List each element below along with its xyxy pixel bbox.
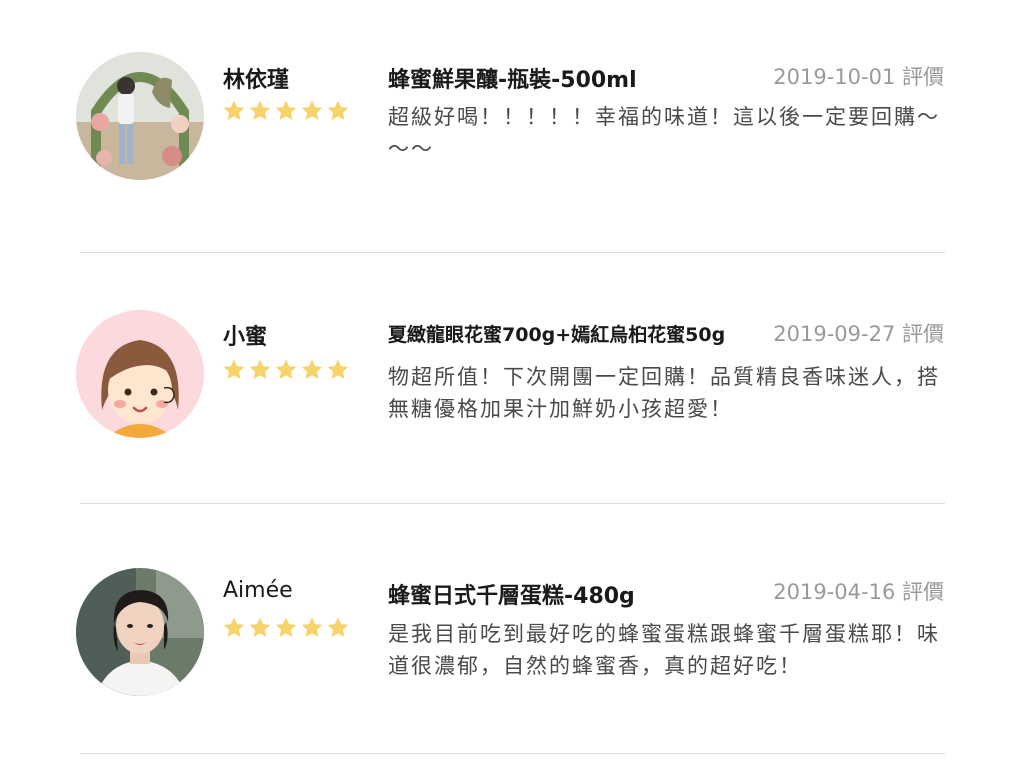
star-icon xyxy=(223,359,245,379)
star-icon xyxy=(327,617,349,637)
star-icon xyxy=(301,617,323,637)
review-date: 2019-09-27 評價 xyxy=(773,322,944,346)
divider xyxy=(80,252,945,253)
star-icon xyxy=(249,617,271,637)
star-rating xyxy=(222,358,350,382)
star-icon xyxy=(275,617,297,637)
review-card: Aimée 蜂蜜日式千層蛋糕-480g 2019-04-16 評價 是我目前吃到… xyxy=(0,0,1024,754)
star-rating xyxy=(222,616,350,640)
star-icon xyxy=(223,617,245,637)
avatar xyxy=(76,310,204,438)
star-icon xyxy=(249,359,271,379)
review-comment: 是我目前吃到最好吃的蜂蜜蛋糕跟蜂蜜千層蛋糕耶！味道很濃郁，自然的蜂蜜香，真的超好… xyxy=(388,622,940,678)
divider xyxy=(80,753,945,754)
reviewer-name: 小蜜 xyxy=(223,325,268,350)
reviewer-name: Aimée xyxy=(223,578,293,603)
divider xyxy=(80,503,945,504)
review-comment: 物超所值！下次開團一定回購！品質精良香味迷人，搭無糖優格加果汁加鮮奶小孩超愛！ xyxy=(388,365,940,421)
product-name: 蜂蜜日式千層蛋糕-480g xyxy=(388,584,635,609)
star-icon xyxy=(301,359,323,379)
avatar xyxy=(76,568,204,696)
star-icon xyxy=(327,359,349,379)
review-date: 2019-04-16 評價 xyxy=(773,580,944,604)
product-name: 夏緻龍眼花蜜700g+嫣紅烏桕花蜜50g xyxy=(388,324,726,346)
star-icon xyxy=(275,359,297,379)
